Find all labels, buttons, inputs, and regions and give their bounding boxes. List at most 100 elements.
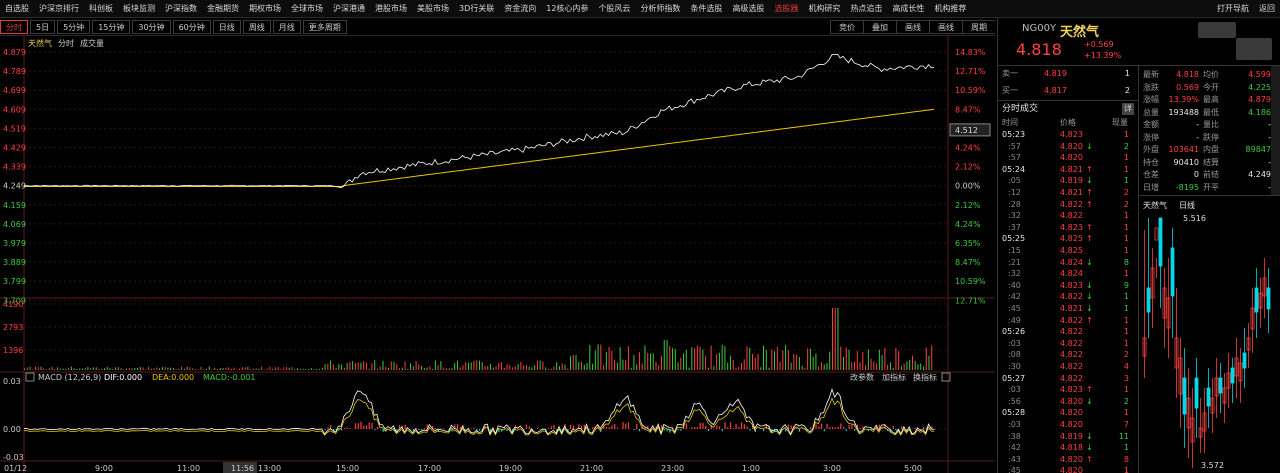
tick-row: 05:24 4.821 ↑ 1 [998, 164, 1139, 176]
menu-item-0[interactable]: 自选股 [0, 0, 34, 17]
chart-tool-2[interactable]: 画线 [896, 19, 929, 34]
menu-item-17[interactable]: 高级选股 [727, 0, 769, 17]
volume-bar [274, 367, 276, 370]
menu-item-18[interactable]: 选股器 [769, 0, 803, 17]
tick-time: :21 [1008, 257, 1021, 267]
menu-item-9[interactable]: 港股市场 [370, 0, 412, 17]
menu-item-2[interactable]: 科创板 [84, 0, 118, 17]
tick-price: 4.820 [1060, 454, 1083, 464]
tab-period-2[interactable]: 5分钟 [57, 19, 91, 34]
tab-period-5[interactable]: 60分钟 [172, 19, 211, 34]
intraday-chart[interactable]: 天然气 分时 成交量 4.879 14.83% 4.789 12.71% 4.699 10.59… [0, 36, 995, 473]
volume-bar [608, 346, 610, 370]
menu-item-21[interactable]: 高成长性 [887, 0, 929, 17]
chart-tool-0[interactable]: 竞价 [830, 19, 863, 34]
menu-item-11[interactable]: 3D行关联 [454, 0, 499, 17]
menu-item-5[interactable]: 金融期货 [202, 0, 244, 17]
macd-bar [327, 427, 329, 429]
tab-period-8[interactable]: 月线 [272, 19, 301, 34]
tab-period-4[interactable]: 30分钟 [132, 19, 171, 34]
volume-bar [214, 367, 216, 370]
volume-bar [399, 368, 401, 370]
menu-item-8[interactable]: 沪深港通 [328, 0, 370, 17]
menu-item-19[interactable]: 机构研究 [803, 0, 845, 17]
chart-tool-1[interactable]: 叠加 [863, 19, 896, 34]
volume-bar [197, 369, 199, 370]
menu-item-4[interactable]: 沪深指数 [160, 0, 202, 17]
tick-row: :57 4.820 1 [998, 152, 1139, 164]
menu-item-12[interactable]: 资金流向 [499, 0, 541, 17]
macd-bar [581, 425, 583, 429]
macd-bar [705, 425, 707, 429]
tab-period-7[interactable]: 周线 [242, 19, 271, 34]
volume-bar [856, 350, 858, 370]
menu-item-7[interactable]: 全球市场 [286, 0, 328, 17]
arrow-down-icon: ↓ [1086, 176, 1093, 186]
tick-row: :03 4.822 1 [998, 338, 1139, 350]
macd-bar [341, 429, 343, 431]
tab-period-0[interactable]: 分时 [0, 19, 28, 34]
macd-bar [614, 424, 616, 429]
macd-bar [815, 424, 817, 429]
volume-bar [32, 369, 34, 370]
macd-collapse-icon[interactable] [25, 372, 35, 382]
macd-bar [627, 422, 630, 429]
volume-bar [490, 363, 492, 370]
menu-right-0[interactable]: 打开导航 [1212, 0, 1254, 17]
volume-bar [611, 350, 613, 370]
macd-button-2[interactable]: 换指标 [913, 372, 937, 382]
chart-tool-3[interactable]: 画线 [929, 19, 962, 34]
volume-bar [898, 351, 900, 370]
tick-price: 4.824 [1060, 257, 1083, 267]
menu-item-3[interactable]: 板块监测 [118, 0, 160, 17]
volume-bar [735, 367, 737, 370]
menu-item-6[interactable]: 期权市场 [244, 0, 286, 17]
macd-close-icon[interactable] [941, 372, 951, 382]
tick-volume: 1 [1123, 466, 1129, 473]
menu-item-13[interactable]: 12核心内参 [541, 0, 593, 17]
menu-item-10[interactable]: 美股市场 [412, 0, 454, 17]
tick-row: :32 4.824 1 [998, 268, 1139, 280]
volume-bar [503, 367, 505, 370]
menu-item-16[interactable]: 条件选股 [685, 0, 727, 17]
tick-time: 05:26 [1002, 327, 1026, 337]
tab-period-6[interactable]: 日线 [212, 19, 241, 34]
chart-canvas[interactable]: 天然气 分时 成交量 4.879 14.83% 4.789 12.71% 4.699 10.59… [0, 36, 995, 473]
volume-bar [586, 362, 588, 370]
stats-scrollbar[interactable] [1271, 66, 1280, 196]
volume-bar [798, 356, 800, 370]
volume-bar [603, 365, 605, 370]
volume-bar [818, 366, 820, 370]
menu-item-15[interactable]: 分析师指数 [635, 0, 685, 17]
macd-bar [900, 426, 903, 429]
arrow-up-icon: ↑ [1086, 199, 1093, 209]
tick-time: :03 [1008, 420, 1021, 429]
menu-item-14[interactable]: 个股风云 [593, 0, 635, 17]
menu-right-1[interactable]: 返回 [1254, 0, 1280, 17]
buy-1-price: 4.817 [1044, 86, 1067, 95]
tick-price: 4.822 [1060, 373, 1083, 383]
macd-bar [506, 429, 508, 431]
tab-period-1[interactable]: 5日 [30, 19, 56, 34]
macd-bar [572, 425, 574, 429]
chart-tool-4[interactable]: 周期 [962, 19, 995, 34]
volume-bar [57, 367, 59, 370]
top-menu-bar: 自选股 沪深京排行 科创板 板块监测 沪深指数 金融期货 期权市场 全球市场 沪深港通 港股市场美… [0, 0, 1280, 18]
menu-item-1[interactable]: 沪深京排行 [34, 0, 84, 17]
tab-period-3[interactable]: 15分钟 [92, 19, 131, 34]
volume-bar [396, 364, 398, 370]
macd-button-1[interactable]: 加指标 [882, 372, 906, 382]
macd-button-0[interactable]: 改参数 [850, 372, 874, 382]
volume-bar [870, 358, 872, 370]
time-tick: 19:00 [499, 464, 522, 473]
volume-bar [840, 346, 842, 370]
menu-item-22[interactable]: 机构推荐 [929, 0, 971, 17]
stat-row: 涨停 - 跌停 - [1139, 132, 1280, 144]
ticks-detail-button[interactable]: 详 [1122, 103, 1134, 115]
tab-period-9[interactable]: 更多周期 [302, 19, 347, 34]
menu-item-20[interactable]: 热点追击 [845, 0, 887, 17]
macd-dif: DIF:0.000 [104, 373, 142, 382]
mini-daily-chart[interactable]: 天然气 日线 5.516 3.572 [1139, 198, 1280, 473]
volume-bar [330, 360, 332, 370]
volume-bar [379, 366, 381, 370]
